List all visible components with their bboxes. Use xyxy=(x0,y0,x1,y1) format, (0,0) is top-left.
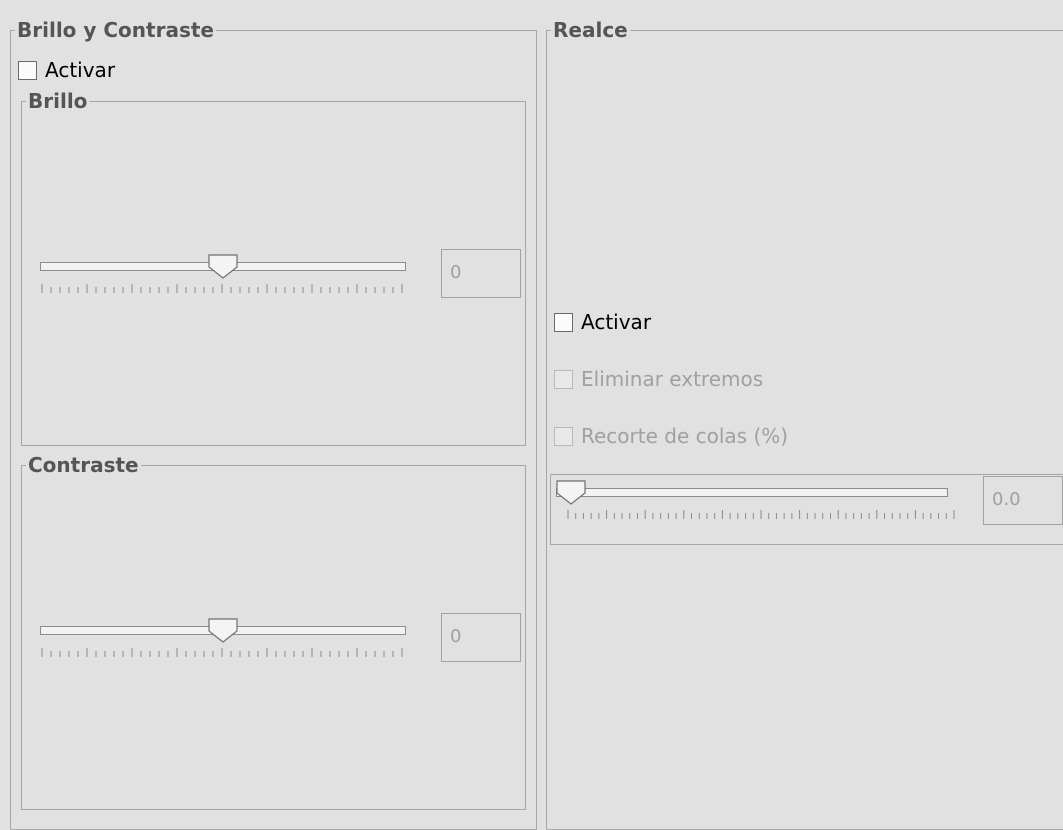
realce-activar-box[interactable] xyxy=(554,312,573,332)
realce-activar-label: Activar xyxy=(581,310,652,334)
bc-activar-checkbox[interactable]: Activar xyxy=(18,58,115,82)
bc-activar-label: Activar xyxy=(45,58,116,82)
brillo-value-field[interactable]: 0 xyxy=(441,249,521,298)
brillo-title: Brillo xyxy=(26,87,90,115)
contraste-slider[interactable] xyxy=(40,618,406,664)
recorte-slider-thumb[interactable] xyxy=(556,480,586,505)
recorte-colas-label: Recorte de colas (%) xyxy=(581,424,789,448)
realce-activar-checkbox[interactable]: Activar xyxy=(554,310,651,334)
realce-title: Realce xyxy=(551,16,630,44)
brillo-slider[interactable] xyxy=(40,254,406,300)
brillo-slider-thumb[interactable] xyxy=(208,254,238,279)
contraste-slider-thumb[interactable] xyxy=(208,618,238,643)
contraste-slider-ticks xyxy=(41,648,403,657)
recorte-colas-box[interactable] xyxy=(554,426,573,446)
recorte-value-field[interactable]: 0.0 xyxy=(983,476,1063,525)
recorte-slider-ticks xyxy=(567,510,955,519)
recorte-slider[interactable] xyxy=(556,480,955,526)
brillo-contraste-title: Brillo y Contraste xyxy=(15,16,216,44)
contraste-title: Contraste xyxy=(26,451,141,479)
brillo-slider-ticks xyxy=(41,284,403,293)
recorte-colas-checkbox[interactable]: Recorte de colas (%) xyxy=(554,424,788,448)
contraste-value-field[interactable]: 0 xyxy=(441,613,521,662)
bc-activar-box[interactable] xyxy=(18,60,37,80)
eliminar-extremos-checkbox[interactable]: Eliminar extremos xyxy=(554,367,763,391)
recorte-slider-track[interactable] xyxy=(556,488,948,497)
eliminar-extremos-label: Eliminar extremos xyxy=(581,367,764,391)
eliminar-extremos-box[interactable] xyxy=(554,369,573,389)
